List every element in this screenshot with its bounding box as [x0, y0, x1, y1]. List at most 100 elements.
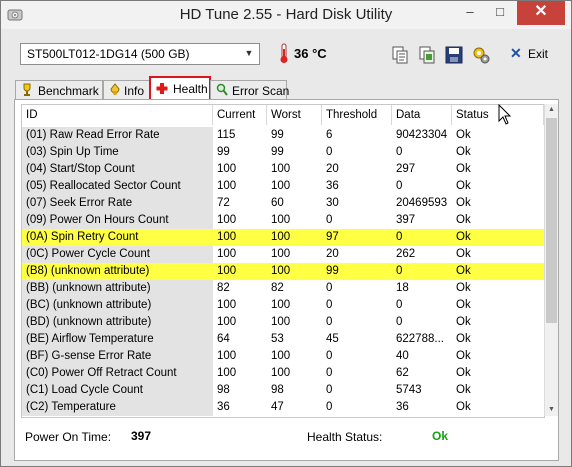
status-bar: Power On Time: 397 Health Status: Ok	[15, 422, 558, 452]
save-icon[interactable]	[444, 45, 464, 65]
title-bar[interactable]: HD Tune 2.55 - Hard Disk Utility – □ ✕	[1, 1, 571, 29]
cell-worst: 100	[271, 163, 291, 175]
column-header-threshold[interactable]: Threshold	[322, 105, 392, 125]
mouse-cursor-icon	[498, 104, 512, 125]
table-row[interactable]: (B8) (unknown attribute) 100 100 99 0 Ok	[22, 263, 544, 280]
cell-status: Ok	[456, 146, 471, 158]
table-row[interactable]: (03) Spin Up Time 99 99 0 0 Ok	[22, 144, 544, 161]
cell-threshold: 36	[326, 180, 339, 192]
cell-current: 82	[217, 282, 230, 294]
cell-id: (BB) (unknown attribute)	[22, 280, 213, 297]
cell-worst: 100	[271, 350, 291, 362]
health-cross-icon	[156, 83, 168, 94]
copy-screenshot-icon[interactable]	[417, 45, 437, 65]
vertical-scrollbar[interactable]: ▲ ▼	[544, 104, 558, 416]
cell-id: (B8) (unknown attribute)	[22, 263, 213, 280]
table-row[interactable]: (C2) Temperature 36 47 0 36 Ok	[22, 399, 544, 416]
health-panel: ID Current Worst Threshold Data Status (…	[14, 99, 559, 461]
health-status-label: Health Status:	[307, 430, 383, 444]
cell-status: Ok	[456, 197, 471, 209]
cell-data: 90423304	[396, 129, 448, 141]
cell-current: 100	[217, 214, 237, 226]
cell-worst: 60	[271, 197, 284, 209]
cell-id: (BF) G-sense Error Rate	[22, 348, 213, 365]
table-row[interactable]: (04) Start/Stop Count 100 100 20 297 Ok	[22, 161, 544, 178]
table-header: ID Current Worst Threshold Data Status	[22, 105, 544, 125]
table-row[interactable]: (BE) Airflow Temperature 64 53 45 622788... O…	[22, 331, 544, 348]
cell-id: (01) Raw Read Error Rate	[22, 127, 213, 144]
scroll-up-icon[interactable]: ▲	[545, 104, 558, 116]
table-row[interactable]: (05) Reallocated Sector Count 100 100 36 0 Ok	[22, 178, 544, 195]
close-button[interactable]: ✕	[517, 1, 565, 25]
cell-id: (C1) Load Cycle Count	[22, 382, 213, 399]
tab-bar: Benchmark Info Health Error Scan	[1, 76, 571, 102]
copy-text-icon[interactable]	[390, 45, 410, 65]
column-header-data[interactable]: Data	[392, 105, 452, 125]
minimize-button[interactable]: –	[455, 1, 485, 25]
cell-worst: 100	[271, 316, 291, 328]
options-icon[interactable]	[471, 45, 491, 65]
table-row[interactable]: (09) Power On Hours Count 100 100 0 397 Ok	[22, 212, 544, 229]
cell-id: (BD) (unknown attribute)	[22, 314, 213, 331]
table-row[interactable]: (07) Seek Error Rate 72 60 30 20469593 Ok	[22, 195, 544, 212]
cell-current: 100	[213, 263, 267, 280]
cell-id: (09) Power On Hours Count	[22, 212, 213, 229]
drive-select-value: ST500LT012-1DG14 (500 GB)	[27, 47, 190, 61]
cell-data: 36	[396, 401, 409, 413]
table-row[interactable]: (BD) (unknown attribute) 100 100 0 0 Ok	[22, 314, 544, 331]
table-row[interactable]: (BF) G-sense Error Rate 100 100 0 40 Ok	[22, 348, 544, 365]
table-row[interactable]: (0A) Spin Retry Count 100 100 97 0 Ok	[22, 229, 544, 246]
column-header-current[interactable]: Current	[213, 105, 267, 125]
cell-current: 100	[217, 367, 237, 379]
chevron-down-icon[interactable]: ▼	[242, 46, 256, 60]
cell-status: Ok	[456, 350, 471, 362]
tab-health-label: Health	[173, 82, 208, 96]
cell-data: 40	[396, 350, 409, 362]
table-row[interactable]: (BC) (unknown attribute) 100 100 0 0 Ok	[22, 297, 544, 314]
table-row[interactable]: (BB) (unknown attribute) 82 82 0 18 Ok	[22, 280, 544, 297]
cell-status: Ok	[456, 163, 471, 175]
cell-id: (07) Seek Error Rate	[22, 195, 213, 212]
cell-status: Ok	[456, 367, 471, 379]
cell-data: 0	[392, 263, 452, 280]
cell-threshold: 99	[322, 263, 392, 280]
scroll-down-icon[interactable]: ▼	[545, 404, 558, 416]
cell-current: 100	[213, 229, 267, 246]
cell-status: Ok	[456, 299, 471, 311]
tab-error-scan[interactable]: Error Scan	[210, 80, 289, 99]
maximize-button[interactable]: □	[485, 1, 515, 25]
cell-worst: 99	[271, 146, 284, 158]
cell-data: 622788...	[396, 333, 444, 345]
cell-worst: 53	[271, 333, 284, 345]
table-row[interactable]: (01) Raw Read Error Rate 115 99 6 90423304 Ok	[22, 127, 544, 144]
cell-worst: 100	[271, 180, 291, 192]
tab-benchmark[interactable]: Benchmark	[15, 80, 103, 99]
cell-worst: 47	[271, 401, 284, 413]
drive-select[interactable]: ST500LT012-1DG14 (500 GB) ▼	[20, 43, 260, 65]
cell-data: 0	[396, 299, 403, 311]
table-row[interactable]: (0C) Power Cycle Count 100 100 20 262 Ok	[22, 246, 544, 263]
scrollbar-thumb[interactable]	[546, 118, 557, 323]
cell-worst: 100	[271, 248, 291, 260]
cell-status: Ok	[456, 214, 471, 226]
column-header-id[interactable]: ID	[22, 105, 213, 125]
cell-current: 100	[217, 180, 237, 192]
tab-benchmark-label: Benchmark	[38, 84, 99, 98]
cell-current: 100	[217, 248, 237, 260]
cell-worst: 99	[271, 129, 284, 141]
cell-current: 100	[217, 163, 237, 175]
cell-data: 62	[396, 367, 409, 379]
cell-threshold: 30	[326, 197, 339, 209]
table-row[interactable]: (C0) Power Off Retract Count 100 100 0 62 Ok	[22, 365, 544, 382]
cell-status: Ok	[456, 129, 471, 141]
smart-table[interactable]: ID Current Worst Threshold Data Status (…	[21, 104, 545, 418]
cell-id: (C2) Temperature	[22, 399, 213, 416]
exit-button[interactable]: ✕ Exit	[510, 45, 550, 64]
tab-info[interactable]: Info	[103, 80, 150, 99]
cell-current: 115	[217, 129, 236, 141]
cell-id: (03) Spin Up Time	[22, 144, 213, 161]
cell-threshold: 0	[326, 367, 333, 379]
column-header-worst[interactable]: Worst	[267, 105, 322, 125]
cell-data: 397	[396, 214, 416, 226]
table-row[interactable]: (C1) Load Cycle Count 98 98 0 5743 Ok	[22, 382, 544, 399]
